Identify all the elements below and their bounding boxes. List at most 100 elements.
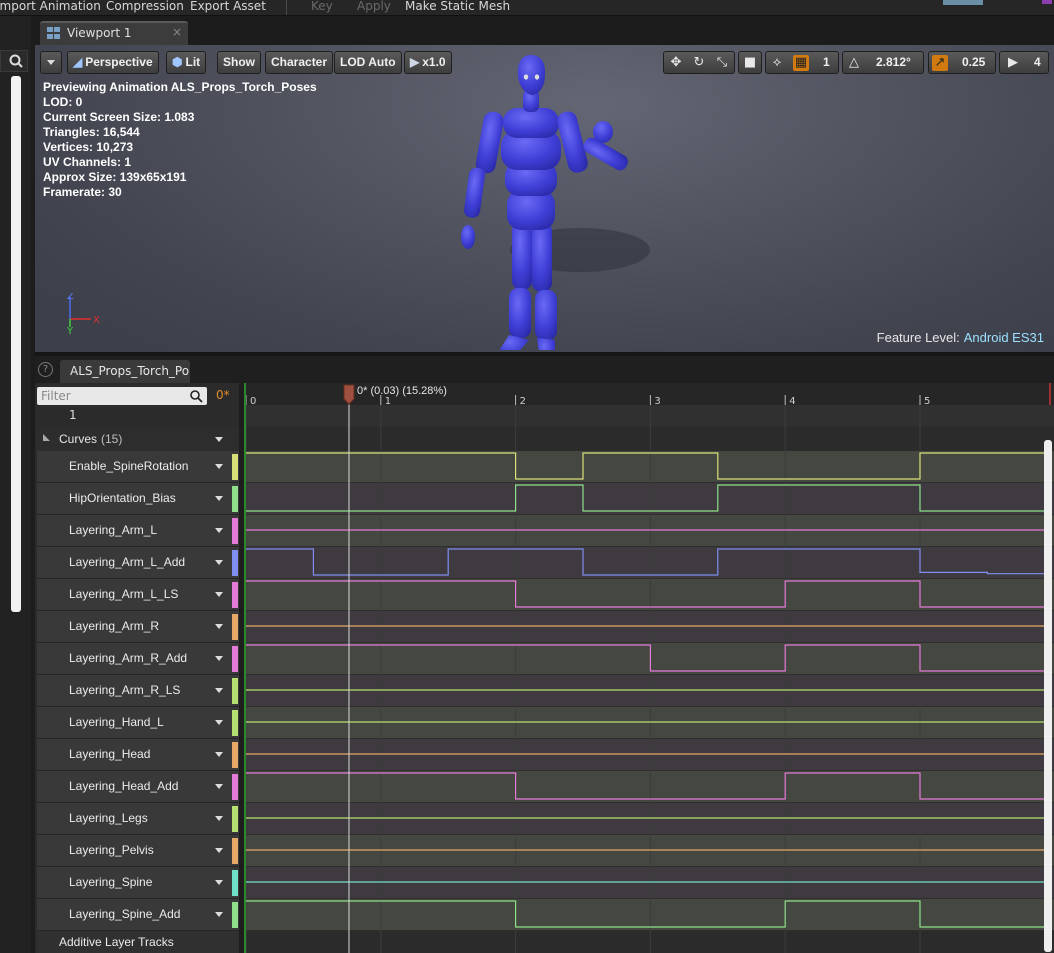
curve-row[interactable]: Layering_Arm_L [37, 515, 241, 547]
curve-row[interactable]: Layering_Spine_Add [37, 899, 241, 931]
curve-name: Enable_SpineRotation [69, 459, 189, 473]
curve-dropdown-icon[interactable] [215, 496, 223, 501]
curve-color-swatch[interactable] [232, 614, 238, 640]
world-local-toggle[interactable]: ■ [738, 51, 762, 74]
rotate-icon[interactable]: ↻ [691, 55, 707, 71]
curve-color-swatch[interactable] [232, 678, 238, 704]
perspective-button[interactable]: ◢ Perspective [67, 51, 159, 74]
curve-color-swatch[interactable] [232, 518, 238, 544]
menu-compression[interactable]: Compression [106, 0, 184, 13]
filter-input[interactable]: Filter [37, 387, 207, 405]
curve-dropdown-icon[interactable] [215, 880, 223, 885]
timeline-scrollbar[interactable] [1044, 440, 1052, 952]
curve-color-swatch[interactable] [232, 582, 238, 608]
curve-row[interactable]: Layering_Spine [37, 867, 241, 899]
curve-lane [244, 579, 1054, 610]
curve-dropdown-icon[interactable] [215, 720, 223, 725]
chevron-down-icon [47, 60, 55, 65]
curve-color-swatch[interactable] [232, 550, 238, 576]
curve-dropdown-icon[interactable] [215, 656, 223, 661]
curve-dropdown-icon[interactable] [215, 592, 223, 597]
curve-dropdown-icon[interactable] [215, 528, 223, 533]
curve-row[interactable]: Layering_Head [37, 739, 241, 771]
surface-snap-icon[interactable]: ⟡ [769, 55, 785, 71]
left-scrollbar[interactable] [11, 76, 21, 612]
curve-row[interactable]: Layering_Arm_L_Add [37, 547, 241, 579]
search-button[interactable] [0, 50, 28, 72]
stats-lod: LOD: 0 [43, 95, 83, 109]
feature-level-value[interactable]: Android ES31 [964, 330, 1044, 345]
stats-uv-channels: UV Channels: 1 [43, 155, 132, 169]
curve-color-swatch[interactable] [232, 646, 238, 672]
toolbar-scroll-thumb[interactable] [943, 0, 983, 5]
rotation-snap-group: △ 2.812° [842, 51, 924, 74]
curve-dropdown-icon[interactable] [215, 816, 223, 821]
close-icon[interactable]: × [172, 25, 182, 39]
viewport-tab-label: Viewport 1 [67, 26, 132, 40]
curve-color-swatch[interactable] [232, 870, 238, 896]
viewport-options-button[interactable] [40, 51, 62, 74]
camera-icon[interactable]: ▶ [1005, 55, 1021, 71]
curve-dropdown-icon[interactable] [215, 688, 223, 693]
axis-gizmo: Z X Y [66, 293, 100, 335]
tab-viewport-1[interactable]: Viewport 1 × [40, 21, 188, 45]
curve-row[interactable]: Layering_Arm_L_LS [37, 579, 241, 611]
curve-dropdown-icon[interactable] [215, 848, 223, 853]
curve-color-swatch[interactable] [232, 902, 238, 928]
curves-dropdown-icon[interactable] [215, 437, 223, 442]
menu-export-asset[interactable]: Export Asset [190, 0, 266, 13]
curve-color-swatch[interactable] [232, 454, 238, 480]
menu-key[interactable]: Key [311, 0, 333, 13]
scale-snap-icon[interactable]: ↗ [932, 55, 948, 71]
curve-row[interactable]: Layering_Head_Add [37, 771, 241, 803]
show-button[interactable]: Show [217, 51, 261, 74]
viewport[interactable]: ◢ Perspective ⬢ Lit Show Character LOD Aut… [35, 45, 1054, 352]
menu-apply[interactable]: Apply [357, 0, 391, 13]
curve-color-swatch[interactable] [232, 806, 238, 832]
curve-name: HipOrientation_Bias [69, 491, 176, 505]
collapse-triangle-icon[interactable] [43, 434, 50, 441]
curve-name: Layering_Pelvis [69, 843, 154, 857]
curve-dropdown-icon[interactable] [215, 464, 223, 469]
curve-color-swatch[interactable] [232, 774, 238, 800]
curve-dropdown-icon[interactable] [215, 560, 223, 565]
curve-row[interactable]: Layering_Pelvis [37, 835, 241, 867]
curve-color-swatch[interactable] [232, 486, 238, 512]
translate-icon[interactable]: ✥ [668, 55, 684, 71]
character-button[interactable]: Character [265, 51, 334, 74]
curve-timeline-graph[interactable]: 0 1 2 3 4 5 0* (0.03) (15.28%) [244, 383, 1054, 953]
curve-row[interactable]: Enable_SpineRotation [37, 451, 241, 483]
lit-button[interactable]: ⬢ Lit [166, 51, 207, 74]
curve-row[interactable]: Layering_Hand_L [37, 707, 241, 739]
curves-header[interactable]: Curves (15) [37, 427, 241, 451]
help-icon[interactable]: ? [38, 362, 53, 377]
curve-row[interactable]: Layering_Legs [37, 803, 241, 835]
scale-icon[interactable]: ⤡ [714, 55, 730, 71]
angle-snap-icon[interactable]: △ [846, 55, 862, 71]
curve-color-swatch[interactable] [232, 710, 238, 736]
curve-color-swatch[interactable] [232, 742, 238, 768]
grid-snap-value[interactable]: 1 [823, 52, 830, 73]
rotation-snap-value[interactable]: 2.812° [876, 52, 911, 73]
curve-row[interactable]: Layering_Arm_R_LS [37, 675, 241, 707]
curve-row[interactable]: HipOrientation_Bias [37, 483, 241, 515]
grid-snap-icon[interactable]: ▦ [793, 55, 809, 71]
curve-dropdown-icon[interactable] [215, 624, 223, 629]
camera-speed-value[interactable]: 4 [1034, 52, 1041, 73]
curve-row[interactable]: Layering_Arm_R_Add [37, 643, 241, 675]
curve-row[interactable]: Layering_Arm_R [37, 611, 241, 643]
curve-color-swatch[interactable] [232, 838, 238, 864]
scale-snap-value[interactable]: 0.25 [962, 52, 985, 73]
curve-name: Layering_Spine_Add [69, 907, 181, 921]
curve-dropdown-icon[interactable] [215, 752, 223, 757]
additive-layer-tracks[interactable]: Additive Layer Tracks [37, 931, 241, 953]
lod-button[interactable]: LOD Auto [334, 51, 402, 74]
menu-make-static-mesh[interactable]: Make Static Mesh [405, 0, 510, 13]
menu-import-animation[interactable]: Import Animation [0, 0, 101, 13]
notify-track-row[interactable]: 1 [37, 405, 241, 427]
curve-dropdown-icon[interactable] [215, 784, 223, 789]
curve-timeline[interactable]: 0 1 2 3 4 5 0* (0.03) (15.28%) [244, 383, 1054, 953]
feature-level: Feature Level: Android ES31 [877, 330, 1044, 345]
tab-animation-tracks[interactable]: ALS_Props_Torch_Po [60, 360, 190, 383]
curve-dropdown-icon[interactable] [215, 912, 223, 917]
